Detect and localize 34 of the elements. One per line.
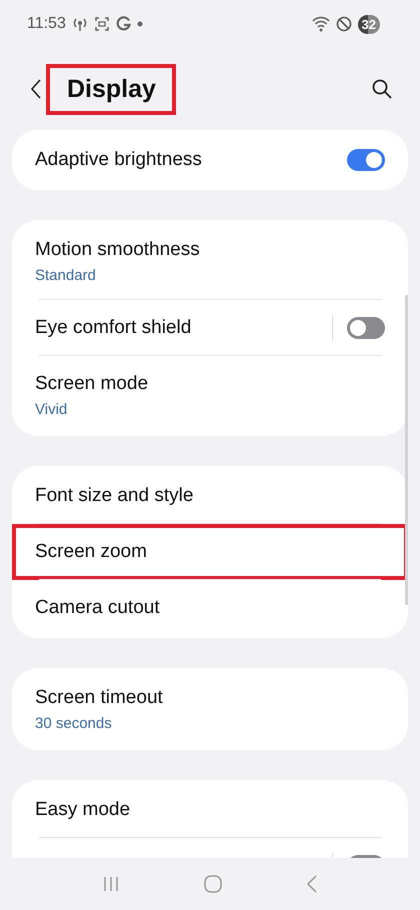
screenshot-icon [94,16,110,32]
page-title: Display [46,64,176,114]
setting-value: Vivid [35,400,68,418]
settings-row[interactable]: Camera cutout [12,580,408,636]
do-not-disturb-icon [336,16,352,32]
setting-label: Motion smoothness [35,238,201,260]
back-icon[interactable] [30,78,42,100]
setting-label: Screen mode [35,372,150,394]
setting-label: Screen timeout [35,686,164,708]
clock-time: 11:53 [27,15,66,33]
setting-label: Eye comfort shield [35,317,192,339]
setting-value: Standard [35,266,97,284]
google-g-icon [116,16,131,32]
setting-label: Adaptive brightness [35,149,203,171]
settings-row[interactable]: Font size and style [12,468,408,524]
setting-value: 30 seconds [35,714,113,732]
toggle-switch[interactable] [347,317,385,339]
settings-row[interactable]: Screen mode Vivid [12,356,408,434]
dot-icon [136,21,143,27]
settings-row[interactable]: Eye comfort shield [12,300,408,356]
search-icon[interactable] [372,79,392,99]
setting-label: Font size and style [35,485,194,507]
settings-row[interactable]: Easy mode [12,782,408,838]
settings-row[interactable]: Motion smoothness Standard [12,222,408,300]
setting-label: Screen zoom [35,541,148,563]
hotspot-icon [72,16,88,32]
recent-apps-icon[interactable] [102,875,120,893]
setting-label: Camera cutout [35,597,161,619]
setting-label: Easy mode [35,799,132,821]
home-icon[interactable] [202,874,223,894]
toggle-switch[interactable] [347,149,385,171]
settings-row[interactable]: Adaptive brightness [12,132,408,188]
wifi-icon [312,16,330,32]
settings-row[interactable]: Screen timeout 30 seconds [12,670,408,748]
